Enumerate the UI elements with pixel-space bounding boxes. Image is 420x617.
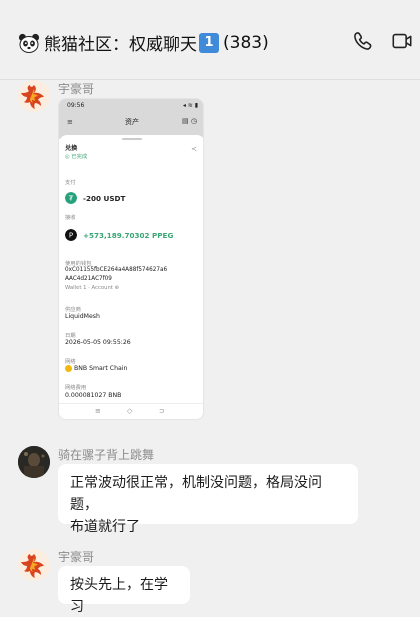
- receive-amount: +573,189.70302 PPEG: [83, 231, 174, 240]
- phone-icon[interactable]: [352, 30, 374, 52]
- share-icon: ≺: [191, 145, 197, 153]
- image-attachment[interactable]: 09:56 ◂ ≋ ▮ ≡ 资产 ▤ ◷ 兑换 ◎ 已完成 ≺ 支付 ₮ -20…: [58, 98, 204, 420]
- fee-label: 网络费用: [65, 385, 87, 391]
- dark-photo-avatar: [18, 446, 50, 478]
- pay-amount: -200 USDT: [83, 194, 126, 203]
- date-value: 2026-05-05 09:55:26: [65, 339, 131, 346]
- contract-address-line1: 0xC01155fbCE264a4A88f574627a6: [65, 267, 168, 273]
- video-camera-icon[interactable]: [391, 30, 413, 52]
- pay-label: 支付: [65, 180, 76, 186]
- receive-label: 接收: [65, 215, 76, 221]
- provider-value: LiquidMesh: [65, 313, 100, 320]
- sheet-handle: [122, 138, 142, 140]
- screenshot-action-status: ◎ 已完成: [65, 154, 88, 160]
- svg-text:P: P: [69, 232, 73, 240]
- back-icon: ⊃: [159, 407, 165, 415]
- message-bubble[interactable]: 正常波动很正常，机制没问题，格局没问题， 布道就行了: [58, 464, 358, 535]
- screenshot-status-icons: ◂ ≋ ▮: [182, 102, 198, 109]
- svg-text:₮: ₮: [69, 195, 74, 203]
- history-icon: ▤ ◷: [182, 117, 197, 125]
- avatar[interactable]: [18, 446, 50, 478]
- message-text-line: 布道就行了: [70, 519, 140, 535]
- screenshot-status-time: 09:56: [67, 102, 85, 109]
- sender-name: 宇豪哥: [58, 550, 95, 564]
- fee-value: 0.000081027 BNB: [65, 392, 122, 399]
- home-icon: ◇: [127, 407, 133, 415]
- contract-label: 使用的钱包: [65, 261, 92, 267]
- message-text-line: 按头先上，在学习: [70, 577, 168, 615]
- avatar[interactable]: [18, 80, 50, 112]
- phoenix-avatar: [18, 80, 50, 112]
- wallet-name: Wallet 1 · Account ⊛: [65, 285, 120, 291]
- network-label: 网络: [65, 359, 76, 365]
- chat-header: 熊猫社区：权威聊天 1 (383): [0, 0, 420, 80]
- screenshot-sheet: 兑换 ◎ 已完成 ≺ 支付 ₮ -200 USDT 接收 P +573,189.…: [59, 135, 203, 419]
- phoenix-avatar: [18, 549, 50, 581]
- recent-apps-icon: ≡: [95, 407, 101, 415]
- member-count: (383): [223, 32, 269, 53]
- panda-face-icon: [18, 33, 40, 53]
- network-value: BNB Smart Chain: [74, 365, 128, 372]
- date-label: 日期: [65, 333, 76, 339]
- screenshot-nav-bar: ≡ ◇ ⊃: [59, 403, 203, 419]
- group-name: 熊猫社区：权威聊天: [44, 35, 197, 55]
- sender-name: 骑在骡子背上跳舞: [58, 448, 155, 462]
- keycap-one-icon: 1: [199, 32, 219, 53]
- message-text-line: 正常波动很正常，机制没问题，格局没问题，: [70, 475, 322, 513]
- sender-name: 宇豪哥: [58, 82, 95, 96]
- avatar[interactable]: [18, 549, 50, 581]
- screenshot-top-bar: 09:56 ◂ ≋ ▮ ≡ 资产 ▤ ◷: [59, 99, 203, 139]
- provider-label: 供应商: [65, 307, 81, 313]
- ppeg-coin-icon: P: [65, 229, 77, 241]
- bnb-coin-icon: [65, 365, 72, 372]
- contract-address-line2: AAC4d21AC7f09: [65, 276, 112, 282]
- chat-title[interactable]: 熊猫社区：权威聊天 1 (383): [18, 30, 269, 55]
- message-bubble[interactable]: 按头先上，在学习: [58, 566, 190, 615]
- screenshot-action: 兑换: [65, 145, 78, 152]
- usdt-coin-icon: ₮: [65, 192, 77, 204]
